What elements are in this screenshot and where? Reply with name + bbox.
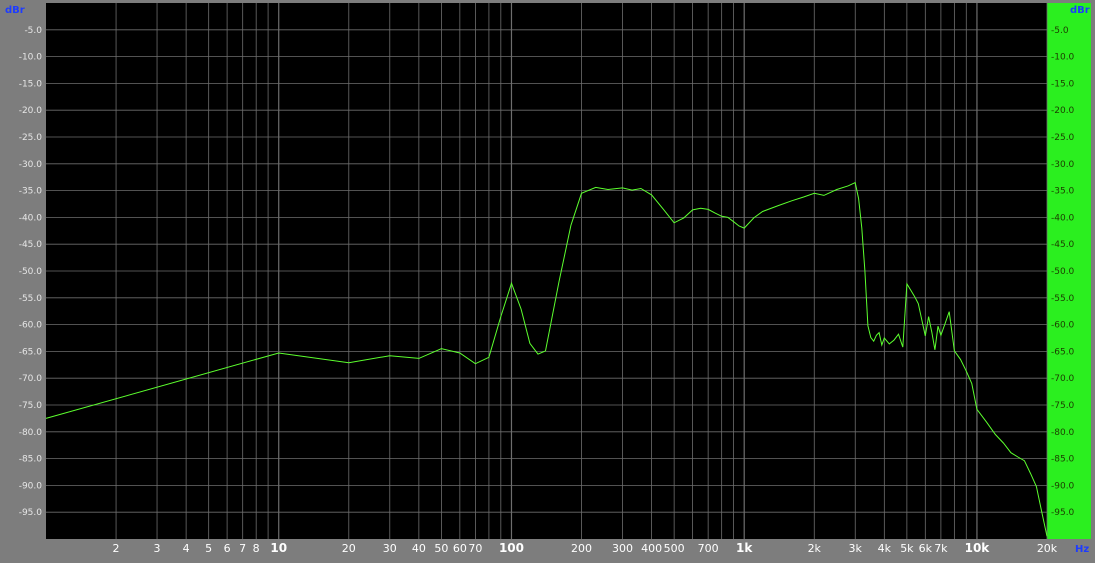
- x-tick-label: 5: [205, 542, 212, 555]
- x-tick-label: 700: [698, 542, 719, 555]
- y-tick-label-left: -10.0: [19, 53, 43, 63]
- x-tick-label: 4: [183, 542, 190, 555]
- y-tick-label-right: -35.0: [1051, 187, 1075, 197]
- y-tick-label-left: -40.0: [19, 213, 43, 223]
- x-tick-label: 20k: [1037, 542, 1058, 555]
- y-tick-label-right: -55.0: [1051, 294, 1075, 304]
- y-tick-label-right: -85.0: [1051, 455, 1075, 465]
- y-tick-label-left: -95.0: [19, 508, 43, 518]
- y-tick-label-right: -25.0: [1051, 133, 1075, 143]
- x-tick-label: 60: [453, 542, 467, 555]
- y-tick-label-left: -75.0: [19, 401, 43, 411]
- y-tick-label-right: -65.0: [1051, 347, 1075, 357]
- x-tick-label: 20: [342, 542, 356, 555]
- x-tick-label: 40: [412, 542, 426, 555]
- y-tick-label-left: -70.0: [19, 374, 43, 384]
- y-tick-label-right: -90.0: [1051, 481, 1075, 491]
- x-tick-label: 2: [113, 542, 120, 555]
- x-tick-label: 7k: [934, 542, 948, 555]
- y-tick-label-left: -5.0: [24, 26, 42, 36]
- y-tick-label-left: -90.0: [19, 481, 43, 491]
- y-tick-label-left: -50.0: [19, 267, 43, 277]
- x-tick-label: 400: [641, 542, 662, 555]
- y-unit-label-right: dBr: [1070, 5, 1090, 16]
- y-tick-label-right: -40.0: [1051, 213, 1075, 223]
- y-tick-label-right: -75.0: [1051, 401, 1075, 411]
- grid: [46, 3, 1048, 539]
- y-tick-label-left: -55.0: [19, 294, 43, 304]
- y-tick-label-left: -30.0: [19, 160, 43, 170]
- x-unit-label: Hz: [1075, 544, 1089, 555]
- x-tick-label: 50: [434, 542, 448, 555]
- x-tick-label: 200: [571, 542, 592, 555]
- y-tick-label-right: -50.0: [1051, 267, 1075, 277]
- y-tick-label-right: -10.0: [1051, 53, 1075, 63]
- x-tick-label: 30: [383, 542, 397, 555]
- y-unit-label-left: dBr: [5, 5, 25, 16]
- x-tick-label: 10: [270, 541, 287, 555]
- spectrum-chart: -5.0 -5.0 -10.0 -10.0 -15.0 -15.0 -20.0 -20.0 -2…: [0, 0, 1095, 563]
- y-tick-label-left: -35.0: [19, 187, 43, 197]
- x-tick-label: 5k: [900, 542, 914, 555]
- y-tick-label-left: -45.0: [19, 240, 43, 250]
- y-tick-label-right: -95.0: [1051, 508, 1075, 518]
- y-tick-label-left: -80.0: [19, 428, 43, 438]
- y-tick-label-left: -20.0: [19, 106, 43, 116]
- x-tick-label: 3: [154, 542, 161, 555]
- x-tick-label: 500: [664, 542, 685, 555]
- y-tick-label-left: -65.0: [19, 347, 43, 357]
- x-tick-label: 70: [468, 542, 482, 555]
- x-tick-label: 6: [224, 542, 231, 555]
- y-tick-label-right: -15.0: [1051, 79, 1075, 89]
- y-tick-label-left: -85.0: [19, 455, 43, 465]
- x-tick-label: 8: [253, 542, 260, 555]
- x-tick-label: 3k: [849, 542, 863, 555]
- y-tick-label-right: -80.0: [1051, 428, 1075, 438]
- x-tick-label: 10k: [965, 541, 991, 555]
- x-tick-label: 300: [612, 542, 633, 555]
- x-tick-label: 100: [499, 541, 524, 555]
- y-tick-label-left: -60.0: [19, 321, 43, 331]
- x-tick-label: 1k: [736, 541, 753, 555]
- y-tick-label-left: -15.0: [19, 79, 43, 89]
- y-tick-label-right: -70.0: [1051, 374, 1075, 384]
- y-tick-label-right: -5.0: [1051, 26, 1069, 36]
- x-tick-label: 2k: [808, 542, 822, 555]
- x-tick-label: 4k: [878, 542, 892, 555]
- y-tick-label-right: -60.0: [1051, 321, 1075, 331]
- frequency-response-plot: -5.0 -5.0 -10.0 -10.0 -15.0 -15.0 -20.0 -20.0 -2…: [0, 0, 1095, 563]
- x-tick-label: 7: [239, 542, 246, 555]
- y-tick-label-left: -25.0: [19, 133, 43, 143]
- y-tick-label-right: -30.0: [1051, 160, 1075, 170]
- y-tick-label-right: -20.0: [1051, 106, 1075, 116]
- y-tick-label-right: -45.0: [1051, 240, 1075, 250]
- x-tick-label: 6k: [919, 542, 933, 555]
